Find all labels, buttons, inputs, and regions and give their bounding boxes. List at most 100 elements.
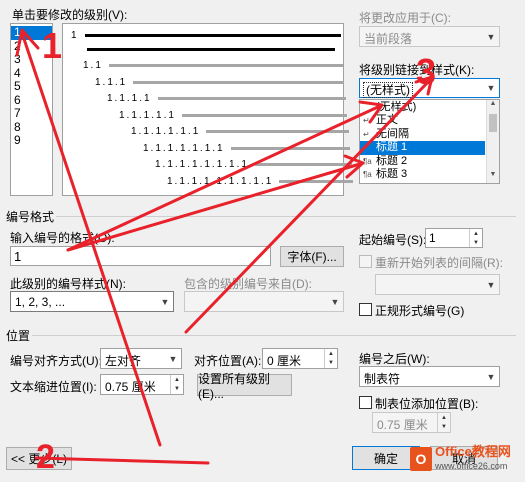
link-style-list[interactable]: (无样式) ↵ 正文 ↵ 无间隔 标题 1 ¶a 标题 2 ¶a 标题 3 ▲ ▼ — [359, 99, 500, 184]
preview-bar — [84, 34, 342, 37]
preview-rule — [87, 48, 335, 51]
scroll-up-icon[interactable]: ▲ — [487, 100, 499, 112]
level-list[interactable]: 123456789 — [10, 23, 53, 196]
restart-checkbox[interactable] — [359, 255, 372, 268]
align-value: 左对齐 — [105, 354, 142, 368]
group-divider — [32, 335, 516, 336]
align-at-spinner[interactable]: 0 厘米 ▲ ▼ — [262, 348, 338, 369]
level-item[interactable]: 3 — [11, 52, 52, 67]
align-label: 编号对齐方式(U): — [10, 354, 102, 368]
format-input-value: 1 — [14, 249, 22, 264]
align-at-value: 0 厘米 — [267, 354, 302, 368]
style-list-item[interactable]: ↵ 正文 — [360, 114, 485, 127]
chevron-down-icon: ▼ — [160, 296, 170, 307]
level-item[interactable]: 7 — [11, 106, 52, 121]
indent-value: 0.75 厘米 — [105, 380, 156, 394]
tab-stop-spinner[interactable]: 0.75 厘米 ▲ ▼ — [372, 412, 451, 433]
level-item[interactable]: 4 — [11, 66, 52, 81]
follow-value: 制表符 — [364, 372, 401, 386]
include-level-select[interactable]: ▼ — [184, 291, 344, 312]
watermark-url: www.office26.com — [435, 461, 508, 471]
spinner-arrows[interactable]: ▲ ▼ — [469, 229, 482, 247]
spin-down-icon[interactable]: ▼ — [470, 238, 482, 247]
follow-label: 编号之后(W): — [359, 352, 430, 366]
number-style-select[interactable]: 1, 2, 3, ... ▼ — [10, 291, 174, 312]
spinner-arrows[interactable]: ▲ ▼ — [324, 349, 337, 368]
level-item[interactable]: 5 — [11, 79, 52, 94]
spin-up-icon[interactable]: ▲ — [171, 375, 183, 385]
start-at-spinner[interactable]: 1 ▲ ▼ — [425, 228, 483, 248]
tab-stop-label: 制表位添加位置(B): — [375, 397, 479, 411]
spin-up-icon[interactable]: ▲ — [325, 349, 337, 359]
level-item[interactable]: 9 — [11, 133, 52, 148]
spinner-arrows[interactable]: ▲ ▼ — [170, 375, 183, 394]
preview-row-number: 1.1.1.1.1.1.1 — [143, 142, 225, 154]
font-button[interactable]: 字体(F)... — [280, 246, 344, 267]
preview-row-number: 1.1.1.1.1.1.1.1 — [155, 159, 249, 170]
preview-row-number: 1.1.1.1.1.1 — [131, 126, 201, 137]
preview-row: 1.1.1.1 — [107, 93, 346, 104]
number-format-group-label: 编号格式 — [6, 210, 55, 224]
style-list-item[interactable]: 标题 1 — [360, 141, 485, 155]
spin-down-icon[interactable]: ▼ — [438, 423, 450, 433]
style-name: 标题 1 — [376, 141, 408, 154]
level-list-label: 单击要修改的级别(V): — [12, 8, 128, 22]
preview-row: 1.1 — [83, 60, 343, 71]
office-logo-icon: O — [410, 447, 432, 471]
spin-down-icon[interactable]: ▼ — [325, 359, 337, 369]
style-list-scrollbar[interactable]: ▲ ▼ — [486, 100, 499, 183]
follow-select[interactable]: 制表符 ▼ — [359, 366, 500, 387]
preview-row: 1.1.1.1.1.1.1.1.1 — [167, 176, 354, 187]
level-item[interactable]: 2 — [11, 39, 52, 54]
style-name: (无样式) — [376, 101, 417, 113]
less-button[interactable]: << 更少(L) — [6, 447, 72, 470]
level-item[interactable]: 6 — [11, 93, 52, 108]
chevron-down-icon: ▼ — [330, 296, 340, 307]
preview-pane: 1 1.1 1.1.1 1.1.1.1 1.1.1.1.1 1.1.1.1.1.1 1.1.… — [62, 23, 354, 196]
style-list-item[interactable]: ¶a 标题 3 — [360, 168, 485, 181]
tab-stop-checkbox[interactable] — [359, 396, 372, 409]
style-name: 标题 3 — [376, 167, 408, 180]
chevron-down-icon: ▼ — [486, 371, 496, 382]
style-type-icon: ¶a — [363, 169, 372, 179]
spin-up-icon[interactable]: ▲ — [470, 229, 482, 238]
spin-up-icon[interactable]: ▲ — [438, 413, 450, 423]
restart-label: 重新开始列表的间隔(R): — [375, 256, 503, 270]
align-select[interactable]: 左对齐 ▼ — [100, 348, 182, 369]
style-list-item[interactable]: ↵ 无间隔 — [360, 128, 485, 141]
set-all-levels-button[interactable]: 设置所有级别(E)... — [197, 372, 292, 401]
chevron-down-icon: ▼ — [486, 279, 496, 290]
legal-numbering-checkbox[interactable] — [359, 303, 372, 316]
legal-numbering-label: 正规形式编号(G) — [375, 304, 465, 318]
preview-row: 1.1.1.1.1.1.1.1 — [155, 159, 352, 170]
preview-bar — [254, 163, 352, 166]
indent-spinner[interactable]: 0.75 厘米 ▲ ▼ — [100, 374, 184, 395]
style-list-item[interactable]: ¶a 标题 2 — [360, 155, 485, 168]
spinner-arrows[interactable]: ▲ ▼ — [437, 413, 450, 432]
style-name: 无间隔 — [376, 127, 409, 140]
preview-bar — [108, 64, 343, 67]
style-name: 正文 — [376, 114, 398, 127]
style-list-item[interactable]: (无样式) — [360, 101, 485, 114]
preview-row-number: 1.1.1.1 — [107, 93, 152, 104]
preview-row: 1.1.1.1.1.1.1 — [143, 142, 351, 154]
apply-to-select[interactable]: 当前段落 ▼ — [359, 26, 500, 47]
link-style-select[interactable]: (无样式) ▼ — [359, 78, 500, 98]
level-item[interactable]: 1 — [11, 25, 52, 40]
chevron-down-icon: ▼ — [486, 83, 496, 93]
spin-down-icon[interactable]: ▼ — [171, 385, 183, 395]
format-input[interactable]: 1 — [10, 246, 271, 266]
preview-row-number: 1.1.1.1.1 — [119, 109, 176, 121]
restart-select[interactable]: ▼ — [375, 274, 500, 295]
indent-label: 文本缩进位置(I): — [10, 380, 97, 394]
chevron-down-icon: ▼ — [486, 31, 496, 42]
level-item[interactable]: 8 — [11, 120, 52, 135]
scroll-down-icon[interactable]: ▼ — [487, 171, 499, 183]
start-at-label: 起始编号(S): — [359, 233, 427, 247]
position-group-label: 位置 — [6, 329, 31, 343]
preview-bar — [279, 179, 354, 183]
scroll-thumb[interactable] — [489, 114, 497, 132]
number-style-label: 此级别的编号样式(N): — [10, 277, 126, 291]
apply-to-label: 将更改应用于(C): — [359, 11, 451, 25]
preview-row: 1.1.1.1.1 — [119, 109, 348, 121]
